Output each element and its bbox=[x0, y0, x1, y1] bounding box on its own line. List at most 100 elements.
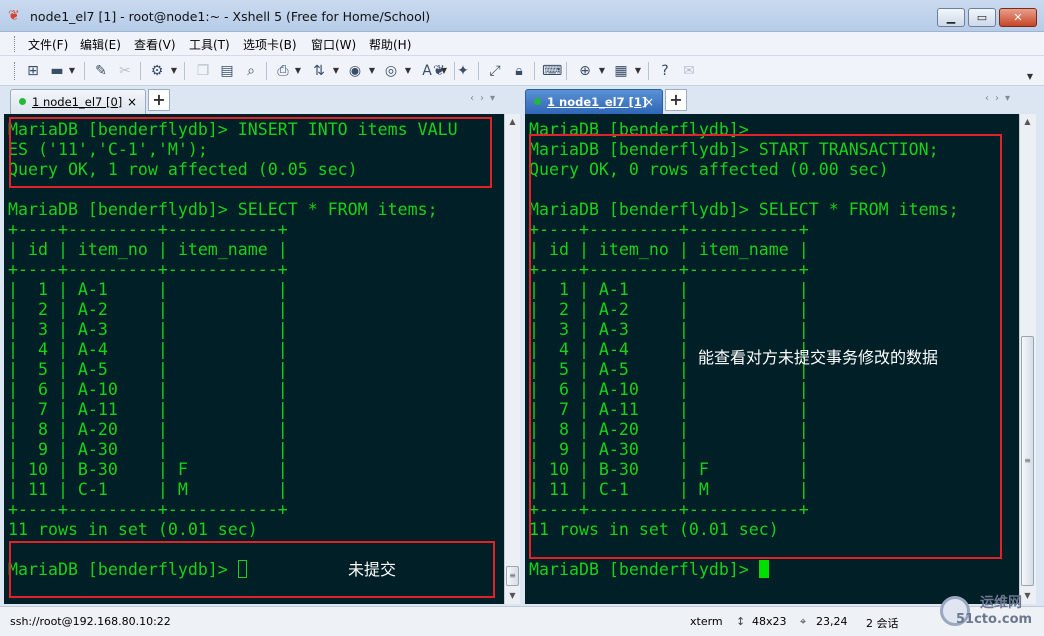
print-icon[interactable]: ⎙ bbox=[274, 62, 292, 80]
tab-label: 1 node1_el7 [0] bbox=[32, 95, 123, 109]
terminal-type: xterm bbox=[690, 615, 723, 628]
add-tab-button[interactable]: + bbox=[665, 89, 687, 111]
menu-view[interactable]: 查看(V) bbox=[134, 36, 176, 53]
uncommitted-annotation: 未提交 bbox=[348, 560, 397, 579]
watermark-top: 运维网 bbox=[980, 595, 1022, 611]
toolbar-grip[interactable] bbox=[14, 62, 17, 80]
terminal-line: | 3 | A-3 | | bbox=[8, 320, 288, 339]
connected-status-icon bbox=[19, 98, 26, 105]
scroll-thumb[interactable]: ≡ bbox=[1021, 336, 1034, 586]
layout-icon[interactable]: ▦ bbox=[612, 62, 630, 80]
properties-dropdown-icon[interactable]: ▼ bbox=[170, 62, 178, 80]
open-folder-icon[interactable]: ▬ bbox=[48, 62, 66, 80]
left-tab-bar: 1 node1_el7 [0] × + ‹›▾ bbox=[0, 86, 521, 114]
toolbar-separator bbox=[84, 62, 85, 80]
status-bar: ssh://root@192.168.80.10:22 xterm ↕ 48x2… bbox=[0, 606, 1044, 636]
right-scrollbar[interactable]: ▲ ≡ ▼ bbox=[1019, 114, 1036, 604]
toolbar-separator bbox=[184, 62, 185, 80]
menu-tools[interactable]: 工具(T) bbox=[189, 36, 230, 53]
minimize-button[interactable]: ▁ bbox=[937, 8, 965, 27]
terminal-line: | 7 | A-11 | | bbox=[8, 400, 288, 419]
properties-icon[interactable]: ⚙ bbox=[148, 62, 166, 80]
menu-tabs[interactable]: 选项卡(B) bbox=[243, 36, 297, 53]
left-scrollbar[interactable]: ▲ ≡ ▼ bbox=[504, 114, 520, 604]
session-count: 2 会话 bbox=[866, 617, 899, 630]
color-scheme-icon[interactable]: ◉ bbox=[346, 62, 364, 80]
xmanager-icon[interactable]: ✦ bbox=[454, 62, 472, 80]
scroll-thumb[interactable]: ≡ bbox=[506, 566, 519, 586]
menu-window[interactable]: 窗口(W) bbox=[311, 36, 356, 53]
tab-left-session[interactable]: 1 node1_el7 [0] × bbox=[10, 89, 146, 114]
toolbar-separator bbox=[534, 62, 535, 80]
menu-bar: 文件(F) 编辑(E) 查看(V) 工具(T) 选项卡(B) 窗口(W) 帮助(… bbox=[0, 32, 1044, 56]
terminal-line: | 8 | A-20 | | bbox=[8, 420, 288, 439]
keyboard-icon[interactable]: ⌨ bbox=[542, 62, 562, 80]
globe-dropdown-icon[interactable]: ▼ bbox=[404, 62, 412, 80]
scroll-down-icon[interactable]: ▼ bbox=[505, 588, 520, 604]
toolbar-separator bbox=[566, 62, 567, 80]
xftp-icon[interactable]: ❦ bbox=[430, 62, 448, 80]
window-title: node1_el7 [1] - root@node1:~ - Xshell 5 … bbox=[30, 9, 431, 24]
transfer-dropdown-icon[interactable]: ▼ bbox=[332, 62, 340, 80]
dirty-read-annotation: 能查看对方未提交事务修改的数据 bbox=[698, 348, 939, 367]
layout-dropdown-icon[interactable]: ▼ bbox=[634, 62, 642, 80]
insert-highlight-box bbox=[9, 117, 492, 188]
uncommitted-highlight-box bbox=[9, 541, 495, 598]
terminal-line: | 4 | A-4 | | bbox=[8, 340, 288, 359]
menu-file[interactable]: 文件(F) bbox=[28, 36, 68, 53]
tab-scroll-arrows[interactable]: ‹›▾ bbox=[985, 93, 1016, 104]
terminal-line: +----+---------+-----------+ bbox=[8, 260, 288, 279]
globe-icon[interactable]: ◎ bbox=[382, 62, 400, 80]
terminal-line: | 10 | B-30 | F | bbox=[8, 460, 288, 479]
terminal-line: | 1 | A-1 | | bbox=[8, 280, 288, 299]
menu-help[interactable]: 帮助(H) bbox=[369, 36, 411, 53]
xshell-logo-icon[interactable]: ❦ bbox=[8, 9, 24, 23]
tab-right-session[interactable]: 1 node1_el7 [1] × bbox=[525, 89, 663, 114]
connected-status-icon bbox=[534, 98, 541, 105]
terminal-line: | id | item_no | item_name | bbox=[8, 240, 288, 259]
menu-grip[interactable] bbox=[14, 36, 17, 52]
scroll-up-icon[interactable]: ▲ bbox=[1020, 114, 1035, 130]
add-tab-icon[interactable]: ⊕ bbox=[576, 62, 594, 80]
help-icon[interactable]: ? bbox=[656, 62, 674, 80]
print-dropdown-icon[interactable]: ▼ bbox=[294, 62, 302, 80]
terminal-line: | 6 | A-10 | | bbox=[8, 380, 288, 399]
tab-scroll-arrows[interactable]: ‹›▾ bbox=[470, 93, 501, 104]
lock-icon[interactable]: 🔒︎ bbox=[510, 62, 528, 80]
terminal-output: MariaDB [benderflydb]> INSERT INTO items… bbox=[8, 120, 458, 580]
chat-icon[interactable]: ✉ bbox=[680, 62, 698, 80]
transfer-icon[interactable]: ⇅ bbox=[310, 62, 328, 80]
terminal-line: | 9 | A-30 | | bbox=[8, 440, 288, 459]
menu-edit[interactable]: 编辑(E) bbox=[80, 36, 121, 53]
toolbar-separator bbox=[266, 62, 267, 80]
add-tab-dropdown-icon[interactable]: ▼ bbox=[598, 62, 606, 80]
terminal-line: | 11 | C-1 | M | bbox=[8, 480, 288, 499]
terminal-line: +----+---------+-----------+ bbox=[8, 500, 288, 519]
connection-address: ssh://root@192.168.80.10:22 bbox=[10, 615, 171, 628]
color-dropdown-icon[interactable]: ▼ bbox=[368, 62, 376, 80]
disconnect-icon[interactable]: ✂ bbox=[116, 62, 134, 80]
copy-icon[interactable]: ❐ bbox=[194, 62, 212, 80]
toolbar-separator bbox=[648, 62, 649, 80]
reconnect-icon[interactable]: ✎ bbox=[92, 62, 110, 80]
toolbar-overflow-icon[interactable]: ▼ bbox=[1026, 68, 1034, 86]
paste-icon[interactable]: ▤ bbox=[218, 62, 236, 80]
find-icon[interactable]: ⌕ bbox=[242, 62, 260, 80]
toolbar: ⊞ ▬ ▼ ✎ ✂ ⚙ ▼ ❐ ▤ ⌕ ⎙ ▼ ⇅ ▼ ◉ ▼ ◎ ▼ A ▼ … bbox=[0, 56, 1044, 86]
toolbar-separator bbox=[478, 62, 479, 80]
open-dropdown-icon[interactable]: ▼ bbox=[68, 62, 76, 80]
terminal-line: | 5 | A-5 | | bbox=[8, 360, 288, 379]
cursor-position-icon: ⌖ bbox=[800, 615, 807, 628]
maximize-button[interactable]: ▭ bbox=[968, 8, 996, 27]
terminal-line: MariaDB [benderflydb]> bbox=[529, 560, 759, 579]
close-tab-icon[interactable]: × bbox=[644, 90, 654, 114]
terminal-cursor bbox=[758, 560, 769, 578]
fullscreen-icon[interactable]: ⤢ bbox=[486, 62, 504, 80]
scroll-up-icon[interactable]: ▲ bbox=[505, 114, 520, 130]
resize-icon: ↕ bbox=[736, 615, 746, 628]
right-tab-bar: 1 node1_el7 [1] × + ‹›▾ bbox=[525, 86, 1044, 114]
add-tab-button[interactable]: + bbox=[148, 89, 170, 111]
close-button[interactable]: ✕ bbox=[999, 8, 1037, 27]
new-session-icon[interactable]: ⊞ bbox=[24, 62, 42, 80]
close-tab-icon[interactable]: × bbox=[127, 90, 137, 114]
